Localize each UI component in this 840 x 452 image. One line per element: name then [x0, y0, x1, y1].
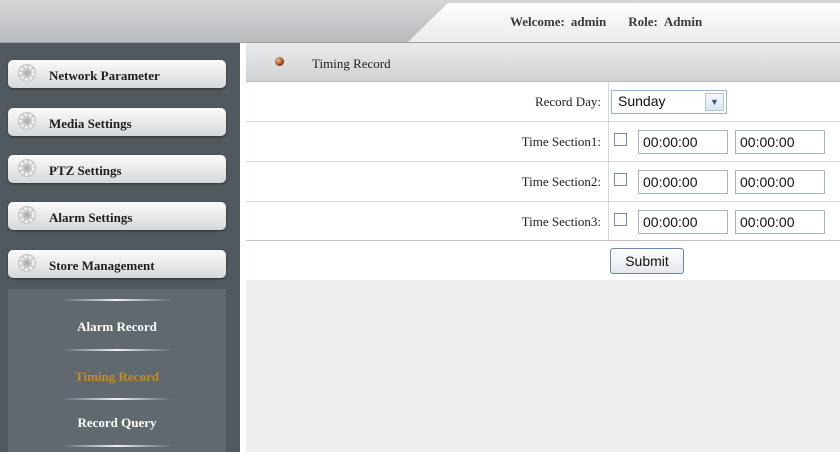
submenu-divider: [62, 299, 172, 301]
menu-label: PTZ Settings: [49, 163, 122, 178]
end-time-input[interactable]: 00:00:00: [735, 170, 825, 194]
submenu-divider: [62, 398, 172, 400]
main-panel: Timing Record Record Day: Sunday ▼ Time …: [246, 43, 840, 452]
time-section-checkbox[interactable]: [614, 213, 627, 226]
gear-icon: [17, 253, 37, 273]
record-day-row: Record Day: Sunday ▼: [246, 82, 840, 122]
time-section-row: Time Section1: 00:00:00 00:00:00: [246, 122, 840, 162]
menu-ptz-settings[interactable]: PTZ Settings: [8, 155, 226, 183]
gear-icon: [17, 111, 37, 131]
submenu-record-query[interactable]: Record Query: [8, 415, 226, 431]
end-time-value: 00:00:00: [740, 214, 795, 230]
submenu-alarm-record[interactable]: Alarm Record: [8, 319, 226, 335]
timing-record-form: Record Day: Sunday ▼ Time Section1: 00:0…: [246, 82, 840, 280]
end-time-input[interactable]: 00:00:00: [735, 130, 825, 154]
submenu-divider: [62, 445, 172, 447]
time-section-label: Time Section1:: [521, 134, 601, 149]
bullet-icon: [275, 57, 284, 66]
store-submenu: Alarm Record Timing Record Record Query: [8, 289, 226, 452]
page-header: Timing Record: [246, 43, 840, 82]
time-section-checkbox[interactable]: [614, 173, 627, 186]
welcome-label: Welcome:: [510, 14, 565, 29]
menu-label: Media Settings: [49, 116, 132, 131]
time-section-row: Time Section2: 00:00:00 00:00:00: [246, 162, 840, 202]
page-title: Timing Record: [312, 56, 391, 71]
end-time-value: 00:00:00: [740, 174, 795, 190]
start-time-value: 00:00:00: [643, 214, 698, 230]
start-time-input[interactable]: 00:00:00: [638, 170, 728, 194]
start-time-value: 00:00:00: [643, 174, 698, 190]
gear-icon: [17, 205, 37, 225]
gear-icon: [17, 63, 37, 83]
user-info: Welcome: admin Role: Admin: [510, 14, 708, 30]
menu-media-settings[interactable]: Media Settings: [8, 108, 226, 136]
top-bar: Welcome: admin Role: Admin: [0, 0, 840, 43]
record-day-select[interactable]: Sunday ▼: [611, 90, 727, 114]
start-time-value: 00:00:00: [643, 134, 698, 150]
menu-label: Alarm Settings: [49, 210, 133, 225]
submenu-timing-record[interactable]: Timing Record: [8, 369, 226, 385]
submenu-divider: [62, 349, 172, 351]
gear-icon: [17, 158, 37, 178]
menu-alarm-settings[interactable]: Alarm Settings: [8, 202, 226, 230]
record-day-value: Sunday: [618, 93, 666, 109]
menu-network-parameter[interactable]: Network Parameter: [8, 60, 226, 88]
time-section-label: Time Section3:: [521, 214, 601, 229]
end-time-input[interactable]: 00:00:00: [735, 210, 825, 234]
time-section-row: Time Section3: 00:00:00 00:00:00: [246, 202, 840, 241]
menu-label: Store Management: [49, 258, 155, 273]
role-label: Role:: [628, 14, 658, 29]
start-time-input[interactable]: 00:00:00: [638, 210, 728, 234]
chevron-down-icon: ▼: [705, 93, 724, 111]
time-section-checkbox[interactable]: [614, 133, 627, 146]
sidebar: Network Parameter Media Settings PTZ Set…: [0, 43, 240, 452]
end-time-value: 00:00:00: [740, 134, 795, 150]
record-day-label: Record Day:: [534, 94, 601, 109]
time-section-label: Time Section2:: [521, 174, 601, 189]
submit-button[interactable]: Submit: [610, 248, 684, 274]
username: admin: [570, 14, 607, 29]
menu-label: Network Parameter: [49, 68, 160, 83]
menu-store-management[interactable]: Store Management: [8, 250, 226, 278]
start-time-input[interactable]: 00:00:00: [638, 130, 728, 154]
role-value: Admin: [663, 14, 703, 29]
